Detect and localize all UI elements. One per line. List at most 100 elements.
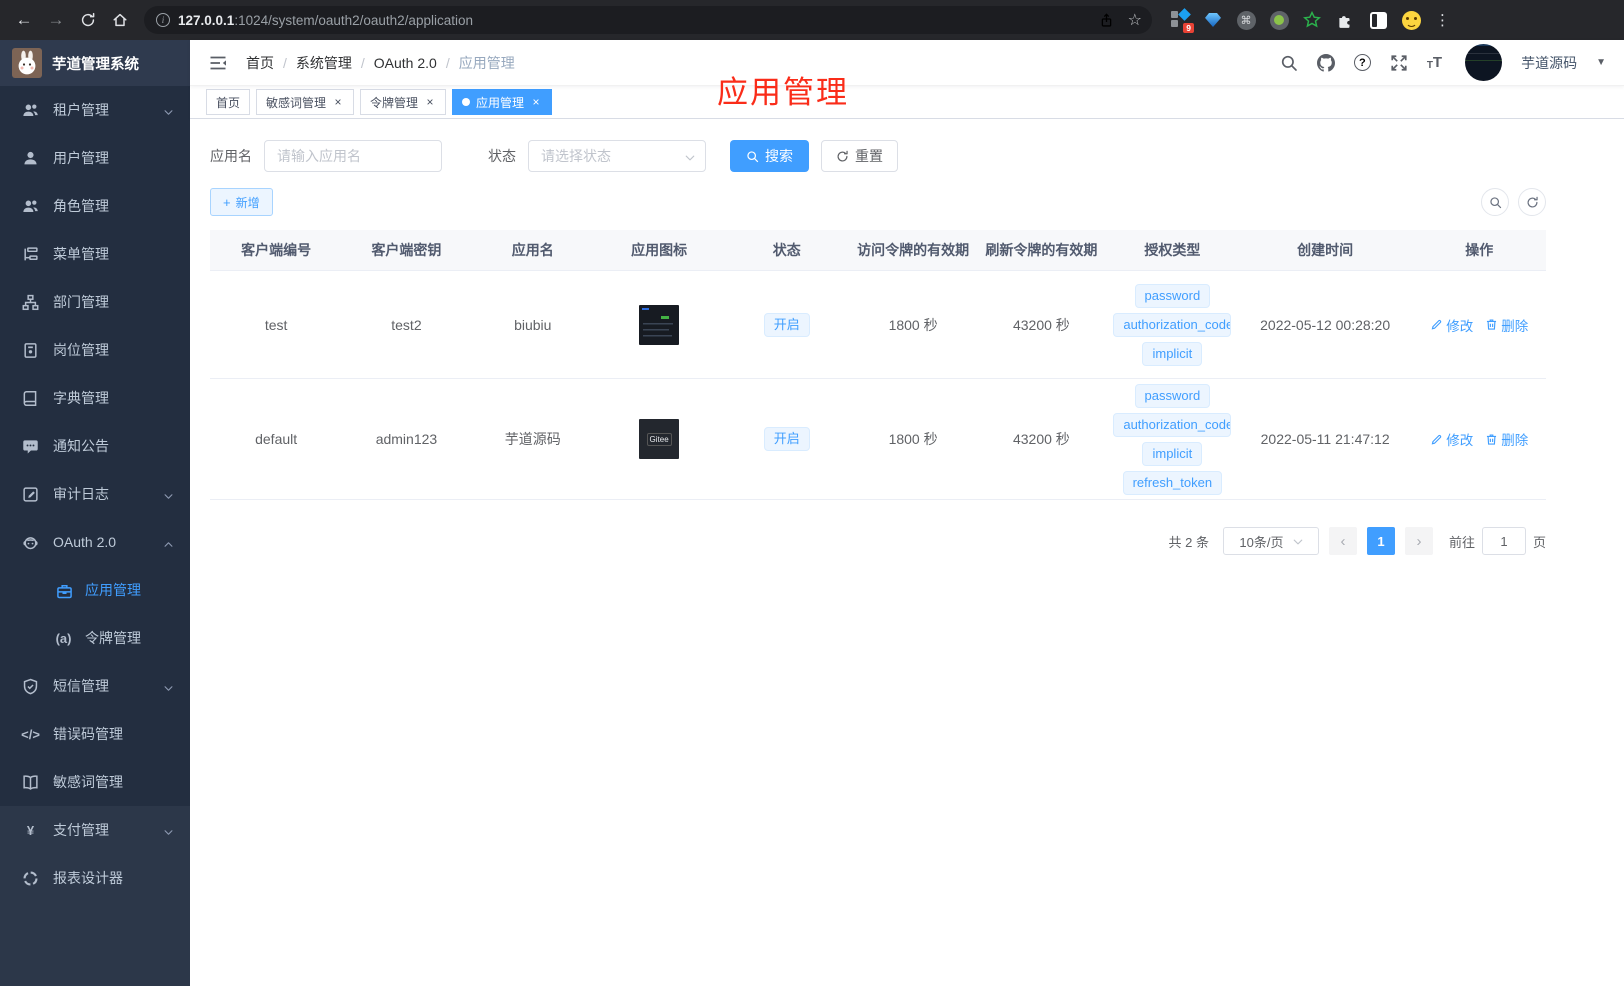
active-dot-icon	[462, 98, 471, 106]
next-page-button[interactable]: ›	[1404, 527, 1433, 555]
client-secret-cell: test2	[391, 316, 422, 333]
chevron-down-icon	[163, 105, 174, 116]
url-path: :1024/system/oauth2/oauth2/application	[234, 12, 473, 28]
browser-menu-icon[interactable]: ⋮	[1435, 11, 1450, 29]
badge-icon	[22, 342, 39, 359]
reset-button[interactable]: 重置	[821, 140, 898, 172]
sidebar-item-oauth2-token[interactable]: (a) 令牌管理	[0, 614, 190, 662]
back-icon[interactable]: ←	[10, 6, 38, 34]
url-bar[interactable]: i 127.0.0.1:1024/system/oauth2/oauth2/ap…	[144, 6, 1152, 34]
edit-button[interactable]: 修改	[1430, 429, 1473, 449]
breadcrumb-oauth2[interactable]: OAuth 2.0	[374, 55, 437, 71]
goto-label: 前往	[1448, 534, 1475, 550]
app-icon-thumbnail	[639, 304, 680, 345]
caret-down-icon[interactable]: ▼	[1596, 57, 1606, 68]
side-panel-icon[interactable]	[1368, 10, 1388, 30]
star-extension-icon[interactable]	[1302, 10, 1322, 30]
plus-icon: +	[223, 194, 231, 210]
site-info-icon[interactable]: i	[156, 13, 170, 27]
username[interactable]: 芋道源码	[1521, 53, 1577, 73]
access-token-validity-cell: 1800 秒	[888, 431, 938, 447]
tree-menu-icon	[22, 246, 39, 263]
delete-button[interactable]: 删除	[1485, 315, 1528, 335]
grant-types-cell: password authorization_code implicit ref…	[1107, 374, 1238, 505]
tags-view-bar: 首页 敏感词管理 × 令牌管理 × 应用管理 ×	[190, 86, 1624, 119]
signal-icon: (a)	[55, 630, 72, 646]
chevron-up-icon	[163, 537, 174, 548]
tab-token[interactable]: 令牌管理 ×	[360, 89, 447, 115]
tab-sensitive-word[interactable]: 敏感词管理 ×	[256, 89, 355, 115]
status-select[interactable]: 请选择状态	[528, 140, 706, 172]
close-icon[interactable]: ×	[424, 95, 436, 109]
sidebar-item-dict[interactable]: 字典管理	[0, 374, 190, 422]
sidebar-item-menu[interactable]: 菜单管理	[0, 230, 190, 278]
reload-icon[interactable]	[74, 6, 102, 34]
collapse-sidebar-icon[interactable]	[208, 53, 228, 73]
top-navbar: 首页 / 系统管理 / OAuth 2.0 / 应用管理 ? TT 芋道源码 ▼	[190, 40, 1624, 86]
prev-page-button[interactable]: ‹	[1328, 527, 1357, 555]
search-button[interactable]: 搜索	[730, 140, 809, 172]
recorder-extension-icon[interactable]	[1269, 10, 1289, 30]
sidebar-item-pay[interactable]: ¥ 支付管理	[0, 806, 190, 854]
share-icon[interactable]	[1099, 13, 1114, 28]
sidebar-item-report-designer[interactable]: 报表设计器	[0, 854, 190, 902]
sidebar-item-oauth2-application[interactable]: 应用管理	[0, 566, 190, 614]
refresh-button[interactable]	[1518, 188, 1546, 216]
tab-application[interactable]: 应用管理 ×	[452, 89, 553, 115]
sidebar-item-error-code[interactable]: </> 错误码管理	[0, 710, 190, 758]
current-page[interactable]: 1	[1366, 527, 1395, 555]
sidebar-item-user[interactable]: 用户管理	[0, 134, 190, 182]
tab-home[interactable]: 首页	[206, 89, 251, 115]
home-icon[interactable]	[106, 6, 134, 34]
client-secret-cell: admin123	[375, 431, 438, 447]
github-icon[interactable]	[1317, 54, 1335, 72]
puzzle-extensions-icon[interactable]	[1335, 10, 1355, 30]
sidebar-item-sms[interactable]: 短信管理	[0, 662, 190, 710]
client-id-cell: default	[255, 431, 298, 447]
sidebar-item-sensitive-word[interactable]: 敏感词管理	[0, 758, 190, 806]
show-search-button[interactable]	[1481, 188, 1509, 216]
help-icon[interactable]: ?	[1353, 54, 1371, 71]
profile-avatar[interactable]	[1401, 10, 1421, 30]
chevron-down-icon	[163, 681, 174, 692]
user-avatar[interactable]	[1465, 44, 1503, 81]
page-size-select[interactable]: 10条/页	[1222, 527, 1319, 555]
close-icon[interactable]: ×	[530, 95, 542, 109]
app-name-cell: biubiu	[514, 316, 552, 333]
logo[interactable]: 芋道管理系统	[0, 40, 190, 86]
sidebar-item-post[interactable]: 岗位管理	[0, 326, 190, 374]
extension-badge: 9	[1183, 22, 1194, 33]
breadcrumb-system[interactable]: 系统管理	[296, 53, 352, 73]
table-header: 客户端编号 客户端密钥 应用名 应用图标 状态 访问令牌的有效期 刷新令牌的有效…	[210, 230, 1546, 271]
total-count: 共 2 条	[1168, 534, 1209, 550]
app-name-cell: 芋道源码	[504, 431, 561, 447]
sidebar-item-oauth2[interactable]: OAuth 2.0	[0, 518, 190, 566]
app-name-input[interactable]	[264, 140, 442, 172]
add-button[interactable]: + 新增	[210, 188, 273, 216]
forward-icon[interactable]: →	[42, 6, 70, 34]
close-icon[interactable]: ×	[332, 95, 344, 109]
sidebar-item-audit-log[interactable]: 审计日志	[0, 470, 190, 518]
font-size-icon[interactable]: TT	[1427, 54, 1442, 71]
browser-toolbar: ← → i 127.0.0.1:1024/system/oauth2/oauth…	[0, 0, 1624, 40]
sidebar-item-notice[interactable]: 通知公告	[0, 422, 190, 470]
sidebar-item-dept[interactable]: 部门管理	[0, 278, 190, 326]
sidebar-item-role[interactable]: 角色管理	[0, 182, 190, 230]
command-extension-icon[interactable]: ⌘	[1236, 10, 1256, 30]
sitemap-icon	[22, 294, 39, 311]
app-name-label: 应用名	[210, 148, 252, 164]
url-text: 127.0.0.1:1024/system/oauth2/oauth2/appl…	[178, 13, 1091, 28]
delete-button[interactable]: 删除	[1485, 429, 1528, 449]
bookmark-star-icon[interactable]: ☆	[1128, 10, 1142, 30]
gem-extension-icon[interactable]	[1203, 10, 1223, 30]
search-icon[interactable]	[1280, 54, 1298, 72]
edit-button[interactable]: 修改	[1430, 315, 1473, 335]
grant-type-tag: password	[1134, 283, 1211, 308]
access-token-validity-cell: 1800 秒	[888, 316, 938, 333]
table-row: default admin123 芋道源码 Gitee 开启 1800 秒 43…	[210, 379, 1546, 500]
fullscreen-icon[interactable]	[1390, 54, 1408, 72]
tab-manager-extension-icon[interactable]: 9	[1170, 8, 1194, 33]
sidebar-item-tenant[interactable]: 租户管理	[0, 86, 190, 134]
goto-page-input[interactable]	[1481, 527, 1526, 555]
breadcrumb-home[interactable]: 首页	[246, 53, 274, 73]
